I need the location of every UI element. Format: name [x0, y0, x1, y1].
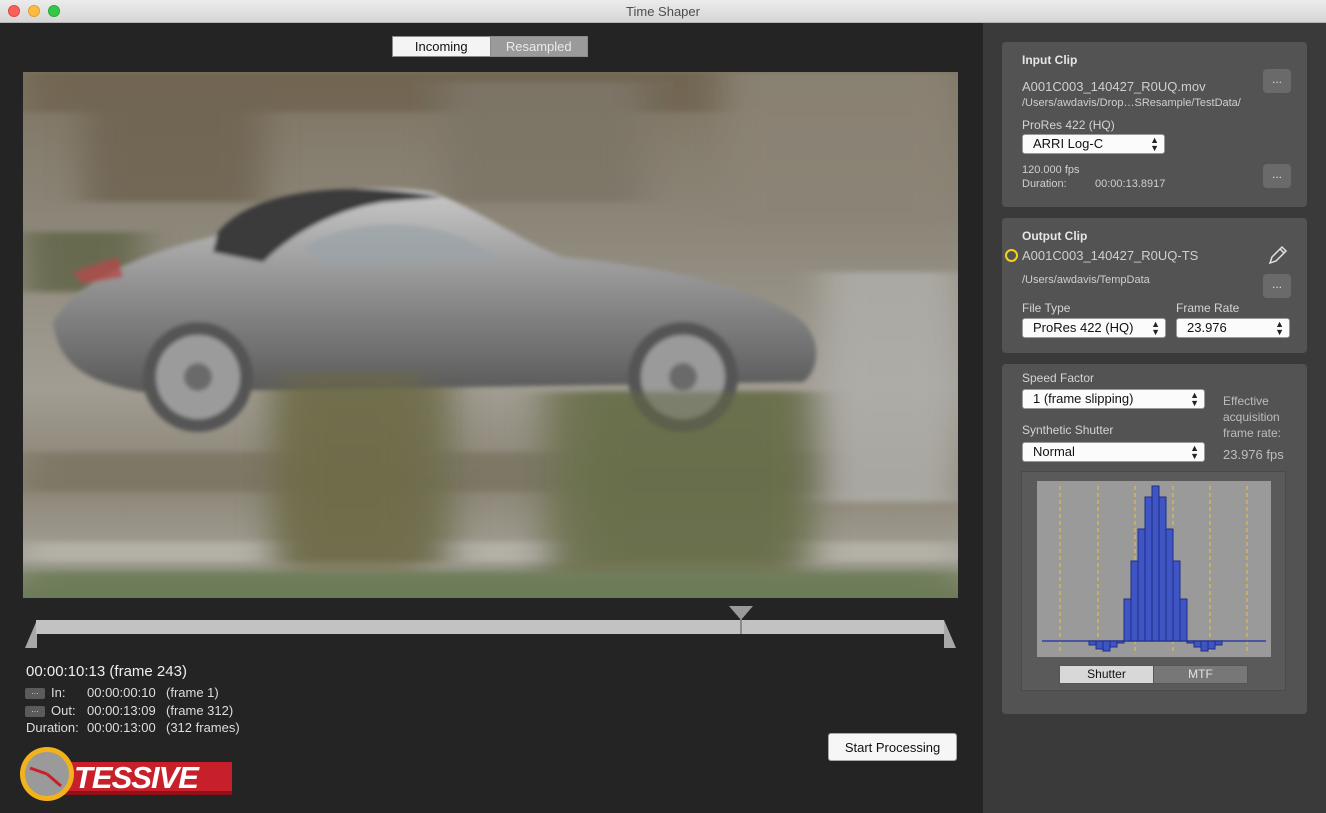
stepper-arrows-icon: ▲ ▼ [1275, 319, 1284, 337]
output-path: /Users/awdavis/TempData [1022, 274, 1150, 286]
start-processing-button[interactable]: Start Processing [828, 733, 957, 761]
duration-timecode: 00:00:13:00 [87, 720, 156, 735]
input-path: /Users/awdavis/Drop…SResample/TestData/ [1022, 97, 1241, 109]
output-clip-title: Output Clip [1022, 229, 1088, 243]
input-filename: A001C003_140427_R0UQ.mov [1022, 79, 1206, 94]
input-fps: 120.000 fps [1022, 164, 1080, 176]
window-title: Time Shaper [626, 4, 700, 19]
duration-label: Duration: [26, 720, 79, 735]
input-duration: 00:00:13.8917 [1095, 178, 1166, 190]
set-in-button[interactable]: ... [25, 687, 45, 699]
out-timecode: 00:00:13:09 [87, 703, 156, 718]
stepper-arrows-icon: ▲ ▼ [1190, 390, 1199, 408]
viewer-tabs: Incoming Resampled [392, 36, 588, 57]
status-circle-icon [1005, 249, 1018, 262]
file-type-select[interactable]: ProRes 422 (HQ) ▲ ▼ [1022, 318, 1166, 338]
graph-tabs: Shutter MTF [1059, 665, 1248, 684]
pencil-icon[interactable] [1267, 244, 1289, 266]
speed-factor-label: Speed Factor [1022, 371, 1095, 385]
frame-rate-value: 23.976 [1187, 320, 1227, 335]
effective-rate: 23.976 fps [1223, 447, 1284, 462]
file-type-value: ProRes 422 (HQ) [1033, 320, 1134, 335]
speed-factor-select[interactable]: 1 (frame slipping) ▲ ▼ [1022, 389, 1205, 409]
effective-label-3: frame rate: [1223, 426, 1282, 440]
playhead-line [740, 618, 742, 634]
frame-rate-label: Frame Rate [1176, 301, 1240, 315]
tessive-logo: TESSIVE [16, 744, 236, 804]
stepper-arrows-icon: ▲ ▼ [1150, 135, 1159, 153]
shutter-histogram [1042, 485, 1266, 653]
file-type-label: File Type [1022, 301, 1071, 315]
output-name: A001C003_140427_R0UQ-TS [1022, 248, 1199, 263]
speed-factor-value: 1 (frame slipping) [1033, 391, 1134, 406]
out-label: Out: [51, 703, 76, 718]
out-frame: (frame 312) [166, 703, 234, 718]
title-bar: Time Shaper [0, 0, 1326, 23]
tab-mtf[interactable]: MTF [1153, 666, 1247, 683]
duration-frames: (312 frames) [166, 720, 240, 735]
input-clip-title: Input Clip [1022, 53, 1078, 67]
timeline-right-cap [944, 620, 956, 648]
input-duration-label: Duration: [1022, 178, 1067, 190]
video-preview [23, 72, 958, 598]
current-frame: (frame 243) [109, 663, 187, 680]
in-label: In: [51, 685, 66, 700]
shutter-graph [1037, 481, 1271, 657]
timeline-track[interactable] [36, 620, 944, 634]
input-browse-button[interactable]: ... [1263, 69, 1291, 93]
output-browse-button[interactable]: ... [1263, 274, 1291, 298]
frame-rate-select[interactable]: 23.976 ▲ ▼ [1176, 318, 1290, 338]
synthetic-shutter-value: Normal [1033, 444, 1075, 459]
stepper-arrows-icon: ▲ ▼ [1190, 443, 1199, 461]
tab-shutter[interactable]: Shutter [1060, 666, 1153, 683]
input-codec: ProRes 422 (HQ) [1022, 118, 1115, 132]
set-out-button[interactable]: ... [25, 705, 45, 717]
tab-resampled[interactable]: Resampled [489, 37, 587, 56]
in-timecode: 00:00:00:10 [87, 685, 156, 700]
in-frame: (frame 1) [166, 685, 219, 700]
current-timecode-line: 00:00:10:13 (frame 243) [26, 663, 187, 680]
effective-label-1: Effective [1223, 394, 1269, 408]
video-frame-image [23, 72, 958, 598]
tab-incoming[interactable]: Incoming [393, 37, 490, 56]
stepper-arrows-icon: ▲ ▼ [1151, 319, 1160, 337]
synthetic-shutter-label: Synthetic Shutter [1022, 423, 1114, 437]
effective-label-2: acquisition [1223, 410, 1280, 424]
input-settings-button[interactable]: ... [1263, 164, 1291, 188]
color-space-select[interactable]: ARRI Log-C ▲ ▼ [1022, 134, 1165, 154]
logo-text: TESSIVE [74, 760, 199, 795]
color-space-value: ARRI Log-C [1033, 136, 1104, 151]
current-timecode: 00:00:10:13 [26, 663, 106, 680]
synthetic-shutter-select[interactable]: Normal ▲ ▼ [1022, 442, 1205, 462]
